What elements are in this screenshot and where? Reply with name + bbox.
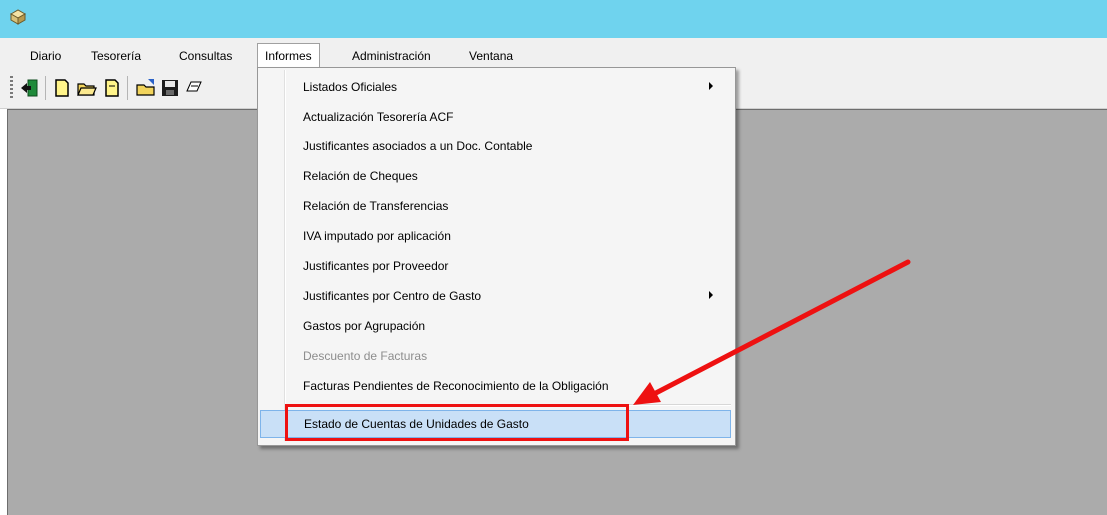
menu-item-label: Relación de Transferencias [303,199,449,213]
menu-ventana[interactable]: Ventana [462,46,520,66]
menu-bar: Diario Tesorería Consultas Informes Admi… [0,38,1107,68]
menu-tesoreria[interactable]: Tesorería [84,46,148,66]
menu-item-label: Actualización Tesorería ACF [303,110,454,124]
open-folder-icon[interactable] [77,78,97,98]
menu-item-label: Facturas Pendientes de Reconocimiento de… [303,379,609,393]
save-icon[interactable] [160,78,180,98]
app-icon[interactable] [9,8,27,26]
menu-item-gastos-agrupacion[interactable]: Gastos por Agrupación [260,312,731,340]
menu-item-label: Listados Oficiales [303,80,398,94]
menu-administracion[interactable]: Administración [345,46,438,66]
menu-item-label: IVA imputado por aplicación [303,229,451,243]
menu-item-justificantes-centro-gasto[interactable]: Justificantes por Centro de Gasto [260,282,731,310]
toolbar-grip[interactable] [10,76,13,100]
menu-item-descuento-facturas: Descuento de Facturas [260,342,731,370]
menu-informes[interactable]: Informes [257,43,320,68]
open-file-icon[interactable] [136,78,156,98]
informes-dropdown: Listados Oficiales Actualización Tesorer… [257,67,736,446]
print-icon[interactable] [184,78,204,98]
menu-diario[interactable]: Diario [23,46,68,66]
menu-item-label: Justificantes por Proveedor [303,259,449,273]
menu-item-label: Gastos por Agrupación [303,319,426,333]
menu-item-label: Justificantes por Centro de Gasto [303,289,482,303]
annotation-highlight-box [285,404,629,441]
menu-item-label: Justificantes asociados a un Doc. Contab… [303,139,533,153]
menu-item-label: Relación de Cheques [303,169,418,183]
new-document-icon[interactable] [52,78,72,98]
submenu-arrow-icon [709,291,713,299]
menu-consultas[interactable]: Consultas [172,46,239,66]
title-bar [0,0,1107,38]
menu-item-listados-oficiales[interactable]: Listados Oficiales [260,73,731,101]
submenu-arrow-icon [709,82,713,90]
menu-item-relacion-cheques[interactable]: Relación de Cheques [260,162,731,190]
menu-item-iva-imputado[interactable]: IVA imputado por aplicación [260,222,731,250]
exit-icon[interactable] [19,78,39,98]
toolbar-separator [45,76,46,100]
toolbar-separator [127,76,128,100]
menu-item-label: Descuento de Facturas [303,349,428,363]
menu-item-actualizacion-tesoreria[interactable]: Actualización Tesorería ACF [260,103,731,131]
new-page-icon[interactable] [102,78,122,98]
menu-item-justificantes-proveedor[interactable]: Justificantes por Proveedor [260,252,731,280]
menu-item-relacion-transferencias[interactable]: Relación de Transferencias [260,192,731,220]
menu-item-facturas-pendientes[interactable]: Facturas Pendientes de Reconocimiento de… [260,372,731,400]
menu-item-justificantes-doc-contable[interactable]: Justificantes asociados a un Doc. Contab… [260,132,731,160]
